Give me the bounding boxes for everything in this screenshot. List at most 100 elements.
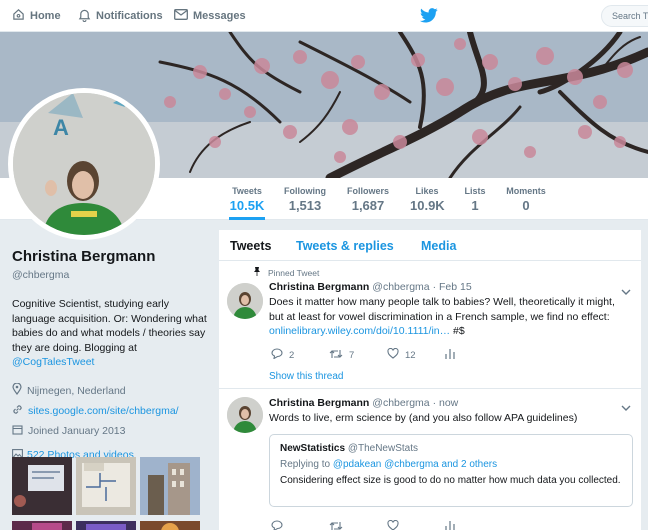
tab-tweets-and-replies[interactable]: Tweets & replies [296,239,394,253]
like-count: 12 [405,349,416,361]
nav-home-label: Home [30,10,61,22]
profile-card: Christina Bergmann @chbergma Cognitive S… [12,248,212,462]
stat-value: 1 [471,198,479,213]
quoted-tweet-header: NewStatistics @TheNewStats [280,443,622,454]
stat-value: 10.5K [229,198,265,213]
analytics-icon [445,520,461,530]
profile-joined-text: Joined January 2013 [28,424,126,437]
chevron-down-icon[interactable] [621,283,631,301]
retweet-count: 7 [349,349,355,361]
tweet-header: Christina Bergmann @chbergma · Feb 15 [269,281,629,293]
retweet-icon [329,349,349,362]
photo-thumbnail[interactable] [76,457,136,515]
timeline-tabs: Tweets Tweets & replies Media [219,230,641,261]
photo-thumbnail[interactable] [76,519,136,530]
reply-button[interactable] [271,520,329,530]
reply-button[interactable]: 2 [271,348,329,362]
profile-bio-link[interactable]: @CogTalesTweet [12,356,94,368]
photo-thumbnail[interactable] [12,457,72,515]
stat-tweets[interactable]: Tweets 10.5K [229,186,265,220]
show-thread-link[interactable]: Show this thread [269,371,344,382]
search-input[interactable]: Search Tw [601,5,648,27]
calendar-icon [12,424,28,438]
stat-label: Followers [346,186,389,196]
profile-bio: Cognitive Scientist, studying early lang… [12,297,212,370]
quoted-tweet[interactable]: NewStatistics @TheNewStats Replying to @… [269,434,633,507]
tweet-timestamp[interactable]: now [439,397,458,409]
quoted-reply-users[interactable]: @pdakean @chbergma [333,459,439,470]
quoted-tweet-text: Considering effect size is good to do no… [280,475,621,486]
stat-moments[interactable]: Moments 0 [505,186,547,213]
tweet-author-name[interactable]: Christina Bergmann [269,281,369,293]
nav-home[interactable]: Home [12,0,61,32]
profile-website-text[interactable]: sites.google.com/site/chbergma/ [28,405,179,417]
tweet-text-body: Does it matter how many people talk to b… [269,296,615,323]
tab-media[interactable]: Media [421,239,456,253]
analytics-button[interactable] [445,520,503,530]
profile-website[interactable]: sites.google.com/site/chbergma/ [12,401,212,421]
twitter-bird-icon[interactable] [420,8,438,28]
stat-likes[interactable]: Likes 10.9K [410,186,445,213]
retweet-button[interactable]: 7 [329,349,387,362]
stat-followers[interactable]: Followers 1,687 [346,186,390,213]
tweet[interactable]: Christina Bergmann @chbergma · now Words… [219,389,641,530]
quoted-author-handle: @TheNewStats [347,443,418,454]
quoted-reply-context: Replying to @pdakean @chbergma and 2 oth… [280,459,622,470]
photo-thumbnail[interactable] [140,519,200,530]
tweet-header: Christina Bergmann @chbergma · now [269,397,629,409]
nav-notifications-label: Notifications [96,10,163,22]
profile-avatar[interactable]: A [8,88,160,240]
like-button[interactable]: 12 [387,347,445,362]
tweet-avatar[interactable] [227,397,263,433]
tweet-timestamp[interactable]: Feb 15 [439,281,472,293]
tweet-actions [271,519,503,530]
tweet-text: Words to live, erm science by (and you a… [269,412,578,424]
pinned-label-text: Pinned Tweet [268,267,320,278]
nav-messages-label: Messages [193,10,246,22]
stat-value: 1,687 [351,198,385,213]
top-navigation: Home Notifications Messages Search Tw [0,0,648,32]
nav-notifications[interactable]: Notifications [78,0,163,32]
reply-count: 2 [289,349,295,361]
heart-icon [387,347,405,362]
quoted-reply-prefix: Replying to [280,459,331,470]
location-pin-icon [12,382,27,398]
nav-messages[interactable]: Messages [174,0,246,32]
retweet-button[interactable] [329,521,387,530]
reply-icon [271,348,289,362]
bell-icon [78,8,96,25]
quoted-reply-others[interactable]: and 2 others [442,459,498,470]
link-icon [12,404,28,418]
tweet-separator: · [432,397,437,409]
stat-following[interactable]: Following 1,513 [283,186,327,213]
quoted-author-name: NewStatistics [280,443,346,454]
home-icon [12,8,30,24]
heart-icon [387,519,405,530]
profile-location-text: Nijmegen, Nederland [27,384,126,397]
profile-handle[interactable]: @chbergma [12,269,212,281]
tab-tweets[interactable]: Tweets [230,239,271,253]
tweet-actions: 2 7 12 [271,347,503,362]
like-button[interactable] [387,519,445,530]
analytics-button[interactable] [445,348,503,362]
envelope-icon [174,9,193,23]
stat-lists[interactable]: Lists 1 [464,186,486,213]
stat-label: Moments [506,186,546,196]
stat-label: Likes [415,186,439,196]
tweet-link[interactable]: onlinelibrary.wiley.com/doi/10.1111/in… [269,325,450,337]
profile-location: Nijmegen, Nederland [12,381,212,401]
chevron-down-icon[interactable] [621,399,631,417]
profile-name[interactable]: Christina Bergmann [12,248,212,265]
tweet-author-name[interactable]: Christina Bergmann [269,397,369,409]
tweet-author-handle[interactable]: @chbergma [372,281,429,293]
tweet-author-handle[interactable]: @chbergma [372,397,429,409]
tweet[interactable]: Pinned Tweet Christina Bergmann @chbergm… [219,261,641,389]
stat-label: Following [284,186,326,196]
photo-thumbnail[interactable] [140,457,200,515]
stat-value: 1,513 [288,198,322,213]
photo-thumbnail[interactable] [12,519,72,530]
tweet-avatar[interactable] [227,283,263,319]
tweet-separator: · [432,281,437,293]
profile-photo: A [13,93,155,235]
stat-value: 10.9K [410,198,445,213]
